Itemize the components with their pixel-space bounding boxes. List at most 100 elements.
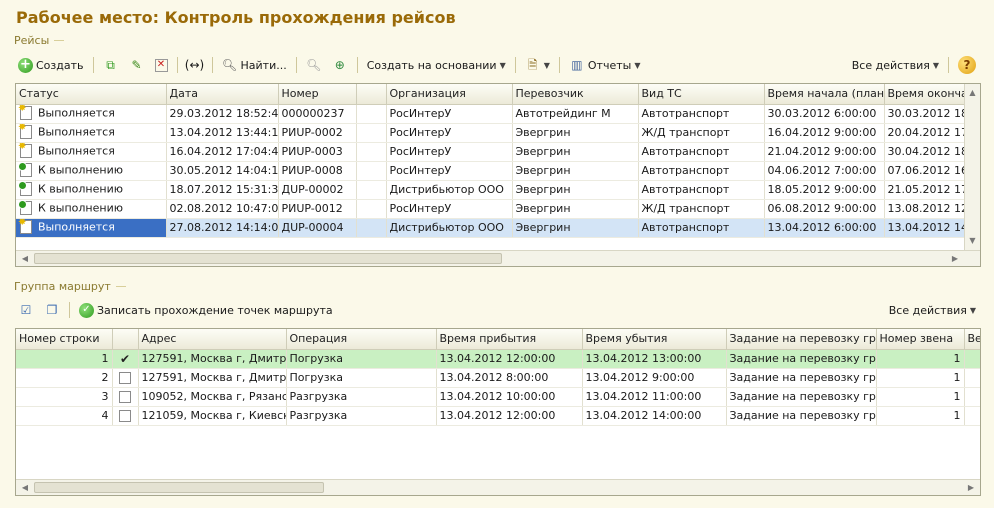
route-group-label: Группа маршрут — [14, 280, 980, 293]
in-progress-document-icon: ✸ — [18, 123, 34, 140]
scroll-left-icon[interactable]: ◀ — [18, 252, 32, 265]
route-column-header[interactable]: Ве — [964, 329, 980, 350]
create-based-on-button[interactable]: Создать на основании ▼ — [363, 54, 510, 76]
carrier-cell: Эвергрин — [512, 199, 639, 219]
scroll-right-icon[interactable]: ▶ — [964, 481, 978, 494]
trips-column-header[interactable]: Статус — [16, 84, 167, 105]
number-cell: РИUP-0002 — [278, 123, 357, 143]
uncheck-all-button[interactable]: ❐ — [40, 299, 64, 321]
arrive-cell: 13.04.2012 10:00:00 — [436, 387, 583, 407]
date-cell: 16.04.2012 17:04:49 — [166, 142, 279, 162]
route-all-actions-button[interactable]: Все действия ▼ — [885, 299, 980, 321]
trips-column-header[interactable]: Время начала (план) — [764, 84, 885, 105]
start-cell: 18.05.2012 9:00:00 — [764, 180, 885, 200]
table-row[interactable]: 4 121059, Москва г, Киевск... Разгрузка 13.… — [16, 406, 980, 426]
checkbox-cell[interactable] — [112, 387, 139, 407]
in-progress-document-icon: ✸ — [18, 104, 34, 121]
trips-horizontal-scrollbar[interactable]: ◀ ▶ — [16, 250, 980, 266]
status-cell: К выполнению — [16, 161, 167, 181]
task-cell: Задание на перевозку гр... — [726, 349, 877, 369]
trips-column-header[interactable]: Вид ТС — [638, 84, 765, 105]
record-points-button[interactable]: ✓ Записать прохождение точек маршрута — [75, 299, 337, 321]
link-number-cell: 1 — [876, 406, 965, 426]
all-actions-button[interactable]: Все действия ▼ — [848, 54, 943, 76]
checkbox-cell[interactable] — [112, 368, 139, 388]
route-column-header[interactable]: Адрес — [138, 329, 287, 350]
trips-table[interactable]: Статус Дата Номер Организация Перевозчик Вид … — [15, 83, 981, 267]
checkmark-icon[interactable]: ✔ — [120, 352, 130, 366]
route-horizontal-scrollbar[interactable]: ◀ ▶ — [16, 479, 980, 495]
table-row[interactable]: ✸ Выполняется 29.03.2012 18:52:41 000000237… — [16, 104, 980, 124]
checkbox-cell[interactable]: ✔ — [112, 349, 139, 369]
cancel-search-button[interactable]: 🔍︎ — [302, 54, 326, 76]
check-all-button[interactable]: ☑ — [14, 299, 38, 321]
scroll-right-icon[interactable]: ▶ — [948, 252, 962, 265]
create-button[interactable]: + Создать — [14, 54, 88, 76]
table-row[interactable]: К выполнению 18.07.2012 15:31:32 ДUP-00002… — [16, 180, 980, 200]
trips-column-header[interactable]: Дата — [166, 84, 279, 105]
table-row[interactable]: ✸ Выполняется 16.04.2012 17:04:49 РИUP-0003… — [16, 142, 980, 162]
trips-column-header[interactable]: Номер — [278, 84, 357, 105]
route-column-header[interactable]: Операция — [286, 329, 437, 350]
scroll-thumb[interactable] — [34, 482, 324, 493]
scroll-left-icon[interactable]: ◀ — [18, 481, 32, 494]
route-column-header[interactable]: Время убытия — [582, 329, 727, 350]
org-cell: РосИнтерУ — [386, 199, 513, 219]
trips-vertical-scrollbar[interactable]: ▲ ▼ — [964, 84, 980, 250]
date-cell: 02.08.2012 10:47:00 — [166, 199, 279, 219]
scroll-thumb[interactable] — [34, 253, 502, 264]
table-row[interactable]: ✸ Выполняется 13.04.2012 13:44:14 РИUP-0002… — [16, 123, 980, 143]
route-column-header[interactable]: Время прибытия — [436, 329, 583, 350]
print-button[interactable]: 🗎︎ ▼ — [521, 54, 554, 76]
copy-plus-icon: ⧉ — [106, 58, 115, 72]
table-row[interactable]: ✸ Выполняется 27.08.2012 14:14:09 ДUP-00004… — [16, 218, 980, 238]
link-number-cell: 1 — [876, 368, 965, 388]
depart-cell: 13.04.2012 14:00:00 — [582, 406, 727, 426]
trips-column-header[interactable]: Организация — [386, 84, 513, 105]
reports-button[interactable]: ▥ Отчеты ▼ — [565, 54, 645, 76]
number-cell: РИUP-0008 — [278, 161, 357, 181]
start-cell: 06.08.2012 9:00:00 — [764, 199, 885, 219]
table-row[interactable]: 2 127591, Москва г, Дмитр... Погрузка 13.04… — [16, 368, 980, 388]
date-cell: 30.05.2012 14:04:17 — [166, 161, 279, 181]
start-cell: 16.04.2012 9:00:00 — [764, 123, 885, 143]
start-cell: 21.04.2012 9:00:00 — [764, 142, 885, 162]
route-column-header[interactable]: Номер строки — [16, 329, 113, 350]
document-icon: 🗎︎ — [527, 58, 538, 72]
copy-button[interactable]: ⧉ — [99, 54, 123, 76]
status-cell: ✸ Выполняется — [16, 218, 167, 238]
checkbox[interactable] — [119, 372, 131, 384]
route-column-header[interactable]: Задание на перевозку гру... — [726, 329, 877, 350]
table-row[interactable]: К выполнению 30.05.2012 14:04:17 РИUP-0008… — [16, 161, 980, 181]
carrier-cell: Эвергрин — [512, 218, 639, 238]
task-cell: Задание на перевозку гр... — [726, 406, 877, 426]
vehicle-cell: Автотранспорт — [638, 142, 765, 162]
table-row[interactable]: 1 ✔ 127591, Москва г, Дмитр... Погрузка 13.0… — [16, 349, 980, 369]
scroll-up-icon[interactable]: ▲ — [966, 86, 979, 100]
number-cell: ДUP-00004 — [278, 218, 357, 238]
start-cell: 13.04.2012 6:00:00 — [764, 218, 885, 238]
vehicle-cell: Ж/Д транспорт — [638, 199, 765, 219]
globe-button[interactable]: ⊕ — [328, 54, 352, 76]
in-progress-document-icon: ✸ — [18, 142, 34, 159]
edit-button[interactable]: ✎ — [125, 54, 149, 76]
trips-column-header[interactable] — [356, 84, 387, 105]
table-row[interactable]: 3 109052, Москва г, Рязанс... Разгрузка 13.… — [16, 387, 980, 407]
help-button[interactable]: ? — [954, 54, 980, 76]
scroll-down-icon[interactable]: ▼ — [966, 234, 979, 248]
route-column-header[interactable]: Номер звена — [876, 329, 965, 350]
checkbox[interactable] — [119, 410, 131, 422]
empty-cell — [356, 123, 387, 143]
table-row[interactable]: К выполнению 02.08.2012 10:47:00 РИUP-0012… — [16, 199, 980, 219]
trips-column-header[interactable]: Перевозчик — [512, 84, 639, 105]
checkbox-cell[interactable] — [112, 406, 139, 426]
route-column-header[interactable] — [112, 329, 139, 350]
range-button[interactable]: (↔) — [183, 54, 207, 76]
plus-icon: + — [18, 57, 33, 73]
route-table[interactable]: Номер строки Адрес Операция Время прибытия В… — [15, 328, 981, 496]
find-button[interactable]: 🔍︎ Найти... — [218, 54, 291, 76]
arrive-cell: 13.04.2012 8:00:00 — [436, 368, 583, 388]
page-title: Рабочее место: Контроль прохождения рейс… — [16, 8, 456, 27]
checkbox[interactable] — [119, 391, 131, 403]
delete-button[interactable]: ✕ — [151, 54, 172, 76]
